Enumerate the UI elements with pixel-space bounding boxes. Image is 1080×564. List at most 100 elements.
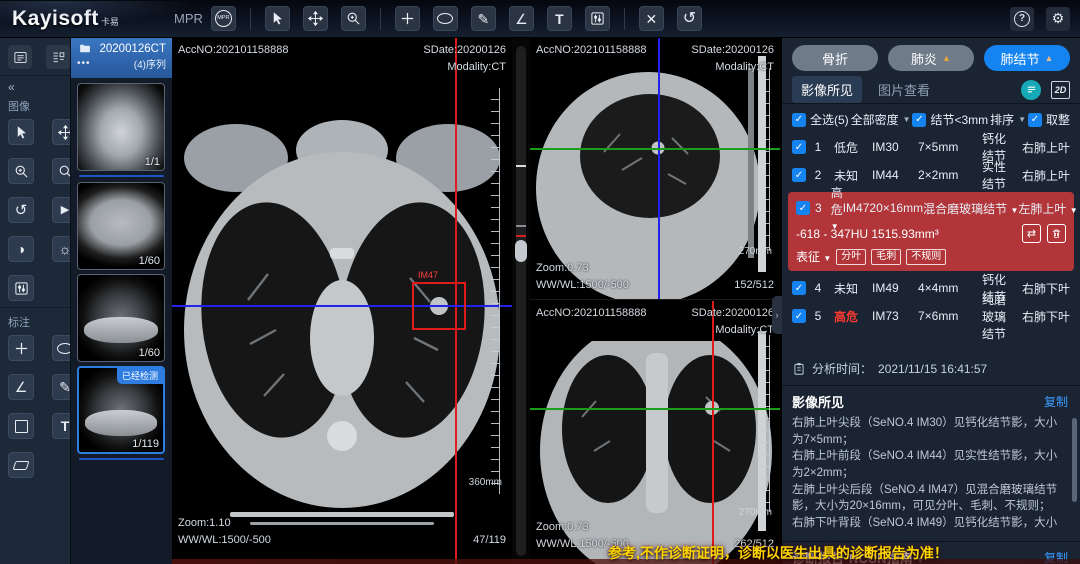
crosshair-vertical-blue[interactable] xyxy=(658,38,660,299)
compare-button[interactable]: ⇄ xyxy=(1022,224,1041,243)
nodule-type-dropdown[interactable]: 混合磨玻璃结节 ▼ xyxy=(923,200,1018,217)
rotate-icon: ↺ xyxy=(15,203,28,218)
subtab-findings[interactable]: 影像所见 xyxy=(792,76,862,103)
window-level-button[interactable] xyxy=(585,6,610,31)
filter-density-dropdown[interactable]: 全部密度 ▼ xyxy=(851,111,911,128)
checkbox-checked-icon[interactable]: ✓ xyxy=(792,168,806,182)
subtab-image-view[interactable]: 图片查看 xyxy=(878,80,930,99)
text-icon: T xyxy=(61,419,70,433)
more-icon[interactable]: ••• xyxy=(77,58,91,69)
viewer-coronal[interactable]: AccNO:202101158888 SDate:20200126 Modali… xyxy=(530,301,780,564)
cursor-tool-button[interactable] xyxy=(265,6,290,31)
nodule-action-icons: ⇄ xyxy=(1022,224,1066,243)
filter-select-all[interactable]: ✓ 全选(5) xyxy=(792,111,849,128)
invert-tool-button[interactable]: ◑ xyxy=(8,236,34,262)
nodule-row-4[interactable]: ✓ 4 未知 IM49 4×4mm 钙化结节 右肺下叶 xyxy=(782,274,1080,302)
ellipse-tool-button[interactable] xyxy=(433,6,458,31)
rectangle-icon xyxy=(15,420,28,433)
feature-tag[interactable]: 毛刺 xyxy=(871,249,901,265)
checkbox-checked-icon[interactable]: ✓ xyxy=(1028,113,1042,127)
slice-scrollbar-track[interactable] xyxy=(516,46,526,556)
angle-tool-button[interactable]: ∠ xyxy=(509,6,534,31)
eraser-button[interactable] xyxy=(8,452,34,478)
nodule-row-1[interactable]: ✓ 1 低危 IM30 7×5mm 钙化结节 右肺上叶 xyxy=(782,133,1080,161)
checkbox-checked-icon[interactable]: ✓ xyxy=(792,281,806,295)
crosshair-tool-button[interactable] xyxy=(395,6,420,31)
study-header[interactable]: 20200126CT ••• (4)序列 xyxy=(71,38,172,78)
series-thumbnail-neck[interactable]: 1/60 xyxy=(77,182,165,270)
nodule-size: 2×2mm xyxy=(918,168,980,182)
nodule-location: 左肺上叶 xyxy=(1018,202,1066,216)
findings-copy-button[interactable]: 复制 xyxy=(1044,393,1068,410)
zoom-tool-button[interactable] xyxy=(341,6,366,31)
slice-scrollbar-thumb[interactable] xyxy=(515,240,527,262)
clear-annotations-button[interactable]: ✕ xyxy=(639,6,664,31)
filter-sort-dropdown[interactable]: 排序 ▼ xyxy=(990,111,1026,128)
2d-view-button[interactable]: 2D xyxy=(1051,81,1070,99)
crosshair-horizontal-green[interactable] xyxy=(530,408,780,410)
nodule-type: 纯磨玻璃结节 xyxy=(980,291,1008,342)
text-tool-button[interactable]: T xyxy=(547,6,572,31)
feature-tag[interactable]: 不规则 xyxy=(906,249,946,265)
nodule-roi-box[interactable] xyxy=(412,282,466,330)
pan-tool-button[interactable] xyxy=(303,6,328,31)
crosshair-annotation-button[interactable] xyxy=(8,335,34,361)
mpr-mode-button[interactable]: MPR xyxy=(211,6,236,31)
filter-round[interactable]: ✓ 取整 xyxy=(1028,111,1070,128)
feature-dropdown[interactable]: 表征 ▼ xyxy=(796,248,831,265)
nodule-row-3-selected[interactable]: ✓ 3 高危 ▼ IM47 20×16mm 混合磨玻璃结节 ▼ 左肺上叶 ▼ -… xyxy=(788,192,1074,271)
nodule-location-dropdown[interactable]: 左肺上叶 ▼ xyxy=(1018,200,1077,217)
rotate-tool-button[interactable]: ↺ xyxy=(8,197,34,223)
window-level-tool-button[interactable] xyxy=(8,275,34,301)
measure-tool-button[interactable]: ✎ xyxy=(471,6,496,31)
settings-button[interactable]: ⚙ xyxy=(1046,7,1070,31)
checkbox-checked-icon[interactable]: ✓ xyxy=(792,113,806,127)
cursor-tool-button[interactable] xyxy=(8,119,34,145)
tab-lung-nodule[interactable]: 肺结节 ▲ xyxy=(984,45,1070,71)
checkbox-checked-icon[interactable]: ✓ xyxy=(792,309,806,323)
tab-fracture[interactable]: 骨折 xyxy=(792,45,878,71)
hanging-protocol-button[interactable] xyxy=(46,45,70,69)
slice-mark-gray xyxy=(516,225,526,227)
checkbox-checked-icon[interactable]: ✓ xyxy=(912,113,926,127)
checkbox-checked-icon[interactable]: ✓ xyxy=(796,201,810,215)
tab-pneumonia[interactable]: 肺炎 ▲ xyxy=(888,45,974,71)
help-button[interactable]: ? xyxy=(1010,7,1034,31)
series-thumbnail-scout[interactable]: 1/1 xyxy=(77,83,165,171)
nodule-number: 3 xyxy=(815,201,822,215)
study-title: 20200126CT xyxy=(100,43,167,55)
viewer-axial[interactable]: IM47 AccNO:202101158888 SDate:20200126 M… xyxy=(172,38,512,564)
report-bubble-button[interactable] xyxy=(1021,80,1041,100)
series-thumbnail-chest-detected[interactable]: 已经检测 1/119 xyxy=(77,366,165,454)
crosshair-horizontal-green[interactable] xyxy=(530,148,780,150)
nodule-risk: 未知 xyxy=(834,280,872,297)
nodule-size: 7×6mm xyxy=(918,309,980,323)
filter-small-nodule[interactable]: ✓ 结节<3mm xyxy=(912,111,988,128)
compare-arrows-icon: ⇄ xyxy=(1027,227,1036,240)
checkbox-checked-icon[interactable]: ✓ xyxy=(792,140,806,154)
warning-icon: ▲ xyxy=(1045,54,1054,63)
slice-scrollbar xyxy=(512,38,530,564)
nodule-row-5[interactable]: ✓ 5 高危 IM73 7×6mm 纯磨玻璃结节 右肺下叶 xyxy=(782,302,1080,330)
nodule-location: 右肺下叶 xyxy=(1008,308,1070,325)
feature-tag[interactable]: 分叶 xyxy=(836,249,866,265)
nodule-risk-dropdown[interactable]: 高危 ▼ xyxy=(831,184,843,232)
crosshair-vertical-red[interactable] xyxy=(712,301,714,564)
panel-collapse-handle[interactable]: › xyxy=(772,296,782,334)
zoom-in-tool-button[interactable] xyxy=(8,158,34,184)
viewer-sagittal[interactable]: AccNO:202101158888 SDate:20200126 Modali… xyxy=(530,38,780,300)
left-tool-sidebar: « 图像 ↺ ▶ ◑ ☼ 标注 ∠ ✎ T xyxy=(0,38,70,564)
nodule-number: 1 xyxy=(811,140,825,154)
sidebar-collapse-control[interactable]: « xyxy=(0,76,70,94)
angle-annotation-button[interactable]: ∠ xyxy=(8,374,34,400)
series-list-button[interactable] xyxy=(8,45,32,69)
reset-button[interactable]: ↺ xyxy=(677,6,702,31)
window-level-icon xyxy=(590,11,605,26)
report-lines-icon xyxy=(1026,84,1037,95)
thumbnail-index: 1/1 xyxy=(145,156,160,168)
findings-scrollbar-thumb[interactable] xyxy=(1072,418,1077,502)
delete-nodule-button[interactable] xyxy=(1047,224,1066,243)
nodule-row-2[interactable]: ✓ 2 未知 IM44 2×2mm 实性结节 右肺上叶 xyxy=(782,161,1080,189)
rectangle-annotation-button[interactable] xyxy=(8,413,34,439)
series-thumbnail-chest[interactable]: 1/60 xyxy=(77,274,165,362)
